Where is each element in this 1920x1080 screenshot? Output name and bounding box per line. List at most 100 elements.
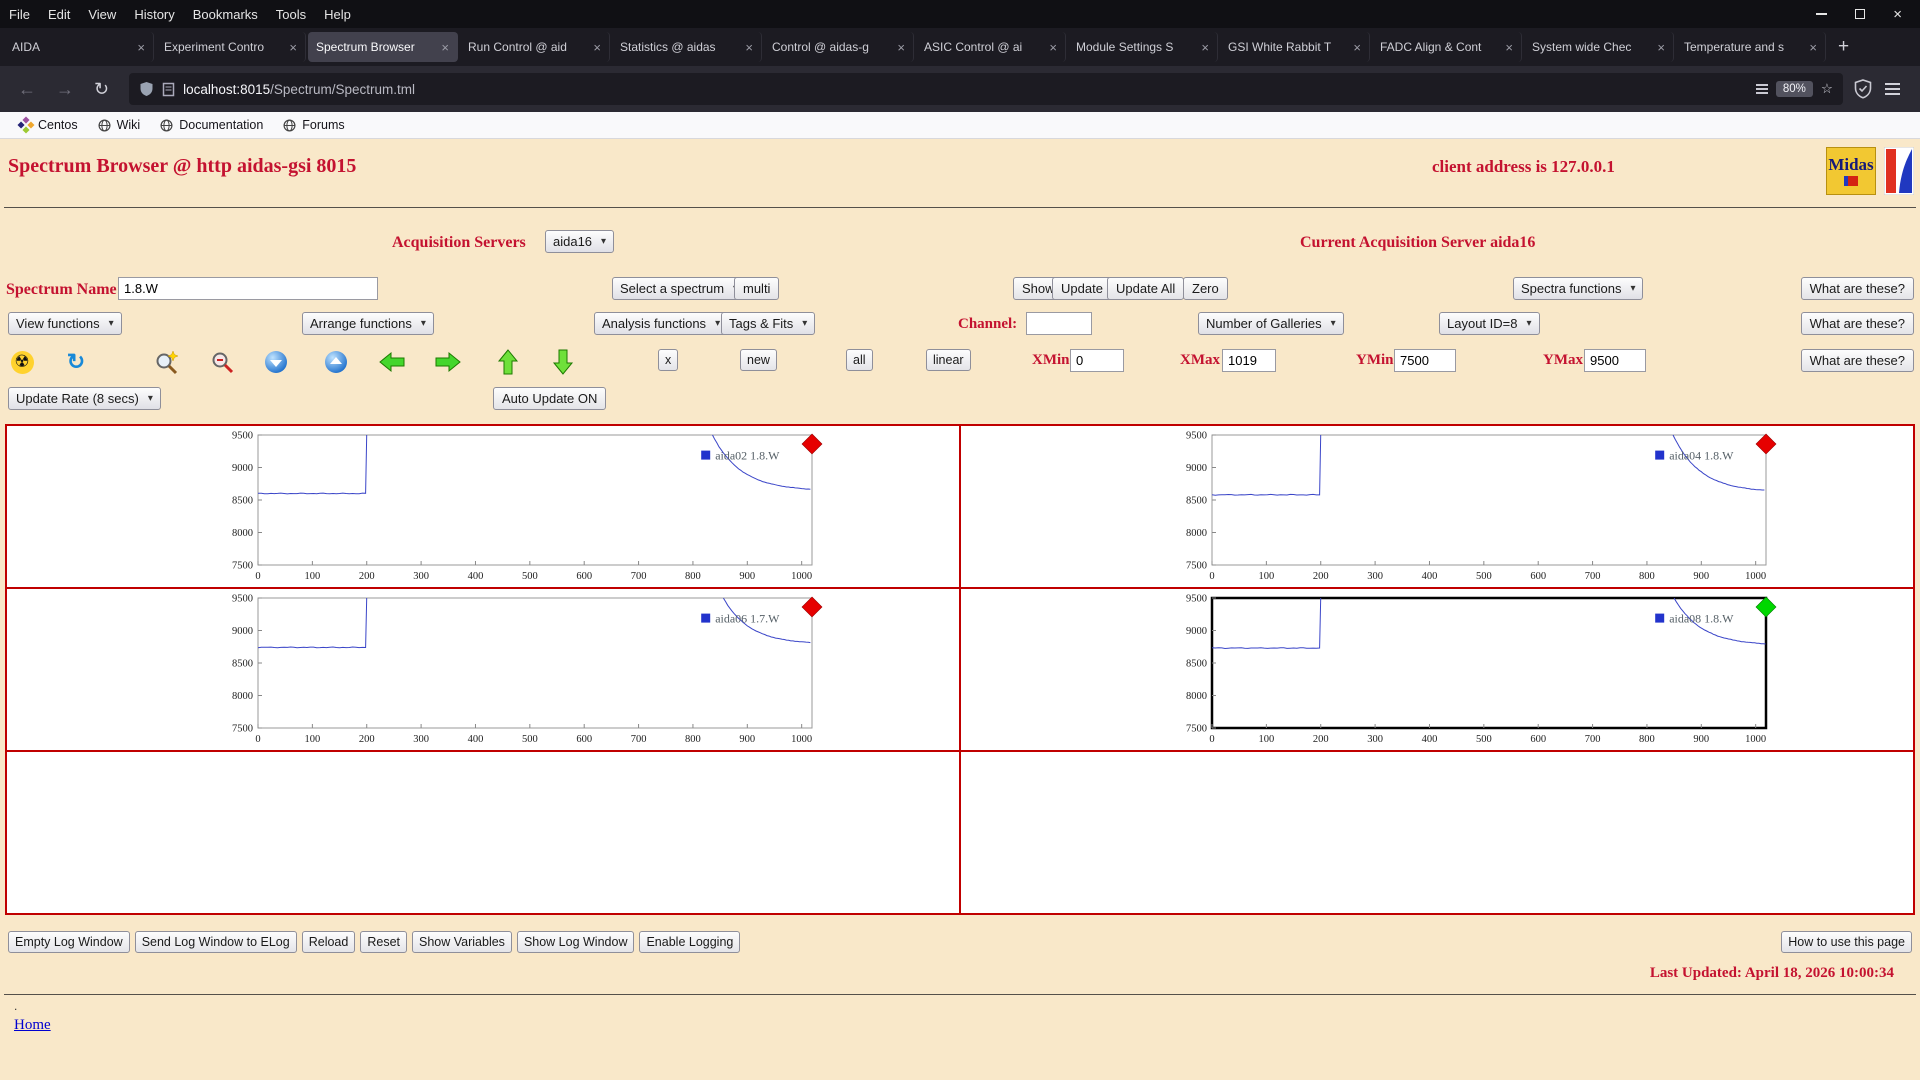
spectrum-chart[interactable]: 7500 8000 8500 9000 9500 0 100 200 300 400 500 600 7…	[1166, 592, 1811, 750]
tab-close-icon[interactable]: ×	[1353, 40, 1361, 55]
tab-system-wide-check[interactable]: System wide Chec ×	[1524, 32, 1674, 62]
how-to-use-button[interactable]: How to use this page	[1781, 931, 1912, 953]
gallery-cell-aida06[interactable]: 7500 8000 8500 9000 9500 0 100 200 300 400 500 600 7…	[6, 588, 960, 751]
zero-button[interactable]: Zero	[1183, 277, 1228, 300]
tab-close-icon[interactable]: ×	[1201, 40, 1209, 55]
arrow-up-button[interactable]	[494, 349, 522, 375]
arrow-down-button[interactable]	[549, 349, 577, 375]
tab-close-icon[interactable]: ×	[897, 40, 905, 55]
reload-icon[interactable]: ↻	[84, 79, 119, 100]
zoom-in-button[interactable]	[152, 349, 180, 375]
empty-log-window-button[interactable]: Empty Log Window	[8, 931, 130, 953]
forward-icon[interactable]: →	[46, 79, 84, 100]
bookmark-centos[interactable]: Centos	[10, 116, 88, 134]
reader-view-icon[interactable]	[1755, 84, 1768, 94]
linear-button[interactable]: linear	[926, 349, 971, 371]
gallery-cell-empty[interactable]	[6, 751, 960, 914]
bookmark-star-icon[interactable]: ☆	[1821, 81, 1833, 97]
tab-close-icon[interactable]: ×	[593, 40, 601, 55]
arrow-left-button[interactable]	[378, 349, 406, 375]
arrow-right-button[interactable]	[434, 349, 462, 375]
tab-asic-control[interactable]: ASIC Control @ ai ×	[916, 32, 1066, 62]
page-info-icon[interactable]	[162, 82, 175, 97]
what-are-these-button-2[interactable]: What are these?	[1800, 312, 1914, 335]
close-window-icon[interactable]: ×	[1893, 7, 1902, 22]
arrange-functions-select[interactable]: Arrange functions ▾	[302, 312, 434, 335]
bookmark-wiki[interactable]: Wiki	[88, 118, 151, 132]
ymax-input[interactable]	[1584, 349, 1646, 372]
xmin-input[interactable]	[1070, 349, 1124, 372]
menu-help[interactable]: Help	[315, 7, 360, 22]
gallery-cell-aida02[interactable]: 7500 8000 8500 9000 9500 0 100 200 300 400 500 600 7…	[6, 425, 960, 588]
multi-button[interactable]: multi	[734, 277, 780, 300]
ymin-input[interactable]	[1394, 349, 1456, 372]
tab-close-icon[interactable]: ×	[289, 40, 297, 55]
tab-gsi-white-rabbit[interactable]: GSI White Rabbit T ×	[1220, 32, 1370, 62]
menu-view[interactable]: View	[79, 7, 125, 22]
gallery-cell-aida08[interactable]: 7500 8000 8500 9000 9500 0 100 200 300 400 500 600 7…	[960, 588, 1914, 751]
refresh-button[interactable]: ↻	[62, 349, 90, 375]
maximize-icon[interactable]	[1855, 9, 1866, 19]
view-functions-select[interactable]: View functions ▾	[8, 312, 122, 335]
tab-close-icon[interactable]: ×	[745, 40, 753, 55]
analysis-functions-select[interactable]: Analysis functions ▾	[594, 312, 729, 335]
select-spectrum-select[interactable]: Select a spectrum▾	[612, 277, 747, 300]
tab-close-icon[interactable]: ×	[137, 40, 145, 55]
tab-aida[interactable]: AIDA ×	[4, 32, 154, 62]
tab-close-icon[interactable]: ×	[1049, 40, 1057, 55]
reset-button[interactable]: Reset	[360, 931, 407, 953]
tab-close-icon[interactable]: ×	[1505, 40, 1513, 55]
menu-edit[interactable]: Edit	[39, 7, 79, 22]
tab-control[interactable]: Control @ aidas-g ×	[764, 32, 914, 62]
zoom-out-button[interactable]	[208, 349, 236, 375]
x-button[interactable]: x	[658, 349, 679, 371]
back-icon[interactable]: ←	[8, 79, 46, 100]
gallery-cell-aida04[interactable]: 7500 8000 8500 9000 9500 0 100 200 300 400 500 600 7…	[960, 425, 1914, 588]
shield-icon[interactable]	[139, 81, 154, 97]
auto-update-button[interactable]: Auto Update ON	[493, 387, 607, 410]
layout-id-select[interactable]: Layout ID=8 ▾	[1439, 312, 1540, 335]
menu-history[interactable]: History	[125, 7, 183, 22]
radiation-button[interactable]: ☢	[8, 349, 36, 375]
tab-run-control[interactable]: Run Control @ aid ×	[460, 32, 610, 62]
menu-tools[interactable]: Tools	[267, 7, 315, 22]
spectrum-chart[interactable]: 7500 8000 8500 9000 9500 0 100 200 300 400 500 600 7…	[212, 429, 857, 587]
bookmark-documentation[interactable]: Documentation	[150, 118, 273, 132]
minimize-icon[interactable]	[1816, 13, 1828, 15]
gallery-cell-empty[interactable]	[960, 751, 1914, 914]
new-tab-button[interactable]: +	[1827, 36, 1860, 58]
enable-logging-button[interactable]: Enable Logging	[639, 931, 741, 953]
menu-file[interactable]: File	[0, 7, 39, 22]
all-button[interactable]: all	[846, 349, 873, 371]
blue-sphere-up-button[interactable]	[322, 349, 350, 375]
tab-statistics[interactable]: Statistics @ aidas ×	[612, 32, 762, 62]
home-link[interactable]: Home	[14, 1017, 51, 1034]
tags-fits-select[interactable]: Tags & Fits ▾	[721, 312, 816, 335]
blue-sphere-down-button[interactable]	[262, 349, 290, 375]
update-rate-select[interactable]: Update Rate (8 secs) ▾	[8, 387, 161, 410]
menu-bookmarks[interactable]: Bookmarks	[184, 7, 267, 22]
update-all-button[interactable]: Update All	[1107, 277, 1185, 300]
app-menu-icon[interactable]	[1873, 83, 1912, 95]
tab-spectrum-browser[interactable]: Spectrum Browser ×	[308, 32, 458, 62]
tab-close-icon[interactable]: ×	[1809, 40, 1817, 55]
acquisition-server-select[interactable]: aida16 ▾	[545, 230, 615, 253]
bookmark-forums[interactable]: Forums	[273, 118, 354, 132]
channel-input[interactable]	[1026, 312, 1092, 335]
send-log-to-elog-button[interactable]: Send Log Window to ELog	[134, 931, 297, 953]
show-variables-button[interactable]: Show Variables	[412, 931, 512, 953]
what-are-these-button-3[interactable]: What are these?	[1800, 349, 1914, 372]
protections-shield-icon[interactable]	[1853, 79, 1873, 99]
spectrum-name-input[interactable]	[118, 277, 378, 300]
tab-temperature[interactable]: Temperature and s ×	[1676, 32, 1826, 62]
show-log-window-button[interactable]: Show Log Window	[516, 931, 635, 953]
number-of-galleries-select[interactable]: Number of Galleries ▾	[1198, 312, 1344, 335]
update-button[interactable]: Update	[1052, 277, 1112, 300]
tab-module-settings[interactable]: Module Settings S ×	[1068, 32, 1218, 62]
url-bar[interactable]: localhost:8015/Spectrum/Spectrum.tml 80%…	[129, 73, 1843, 105]
new-button[interactable]: new	[740, 349, 777, 371]
spectrum-chart[interactable]: 7500 8000 8500 9000 9500 0 100 200 300 400 500 600 7…	[212, 592, 857, 750]
tab-experiment-control[interactable]: Experiment Contro ×	[156, 32, 306, 62]
spectrum-chart[interactable]: 7500 8000 8500 9000 9500 0 100 200 300 400 500 600 7…	[1166, 429, 1811, 587]
spectra-functions-select[interactable]: Spectra functions ▾	[1513, 277, 1644, 300]
